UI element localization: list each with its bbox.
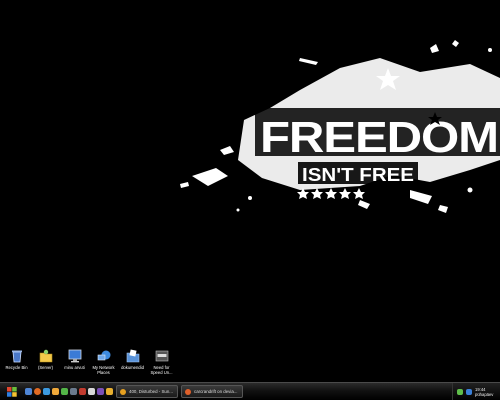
desktop-icon-label: minu arvuti: [64, 365, 85, 370]
clock-day: pühapäev: [475, 391, 494, 397]
documents-icon: [125, 349, 141, 363]
clock[interactable]: 19:44 pühapäev: [475, 387, 493, 397]
taskbar-task-browser[interactable]: carcrandrift on devia...: [181, 385, 243, 398]
game-shortcut-icon: [154, 349, 170, 363]
desktop-icon-label: Need for Speed Un...: [150, 365, 173, 375]
desktop: FREEDOM ISN'T FREE Recycle Bin (Server): [0, 0, 500, 382]
show-desktop-icon[interactable]: [25, 388, 32, 395]
task-label: carcrandrift on devia...: [194, 389, 238, 394]
network-places-icon: [96, 349, 112, 363]
desktop-icon-label: My Network Places: [92, 365, 115, 375]
desktop-icons: Recycle Bin (Server) minu arvuti My Netw…: [2, 349, 176, 375]
app-launch-icon-4[interactable]: [106, 388, 113, 395]
app-launch-icon-2[interactable]: [88, 388, 95, 395]
wallpaper-subline: ISN'T FREE: [302, 165, 414, 185]
browser-launch-icon[interactable]: [34, 388, 41, 395]
server-folder-icon: [38, 349, 54, 363]
desktop-icon-label: (Server): [37, 365, 54, 370]
app-launch-icon-3[interactable]: [97, 388, 104, 395]
desktop-icon-server[interactable]: (Server): [31, 349, 60, 375]
star-row: [297, 188, 365, 199]
wallpaper-headline: FREEDOM: [260, 113, 498, 162]
desktop-icon-need-for-speed[interactable]: Need for Speed Un...: [147, 349, 176, 375]
desktop-icon-label: Recycle Bin: [5, 365, 28, 370]
system-tray: 19:44 pühapäev: [452, 383, 500, 400]
media-launch-icon[interactable]: [52, 388, 59, 395]
windows-logo-icon: [7, 386, 17, 397]
desktop-icon-label: dokumendid: [121, 365, 144, 370]
steam-launch-icon[interactable]: [70, 388, 77, 395]
recycle-bin-icon: [9, 349, 25, 363]
tray-messenger-icon[interactable]: [457, 388, 463, 395]
messenger-launch-icon[interactable]: [61, 388, 68, 395]
tray-security-icon[interactable]: [466, 388, 472, 395]
taskbar: 400, Disturbed - Sun... carcrandrift on …: [0, 382, 500, 400]
desktop-icon-documents[interactable]: dokumendid: [118, 349, 147, 375]
browser-icon: [185, 388, 191, 395]
start-button[interactable]: [0, 384, 24, 400]
my-computer-icon: [67, 349, 83, 363]
task-label: 400, Disturbed - Sun...: [129, 389, 173, 394]
freedom-wallpaper: FREEDOM ISN'T FREE: [180, 40, 500, 213]
media-player-icon: [120, 388, 126, 395]
taskbar-task-winamp[interactable]: 400, Disturbed - Sun...: [116, 385, 178, 398]
desktop-icon-network-places[interactable]: My Network Places: [89, 349, 118, 375]
desktop-icon-my-computer[interactable]: minu arvuti: [60, 349, 89, 375]
explorer-launch-icon[interactable]: [43, 388, 50, 395]
app-launch-icon[interactable]: [79, 388, 86, 395]
quick-launch: [25, 388, 113, 395]
desktop-icon-recycle-bin[interactable]: Recycle Bin: [2, 349, 31, 375]
